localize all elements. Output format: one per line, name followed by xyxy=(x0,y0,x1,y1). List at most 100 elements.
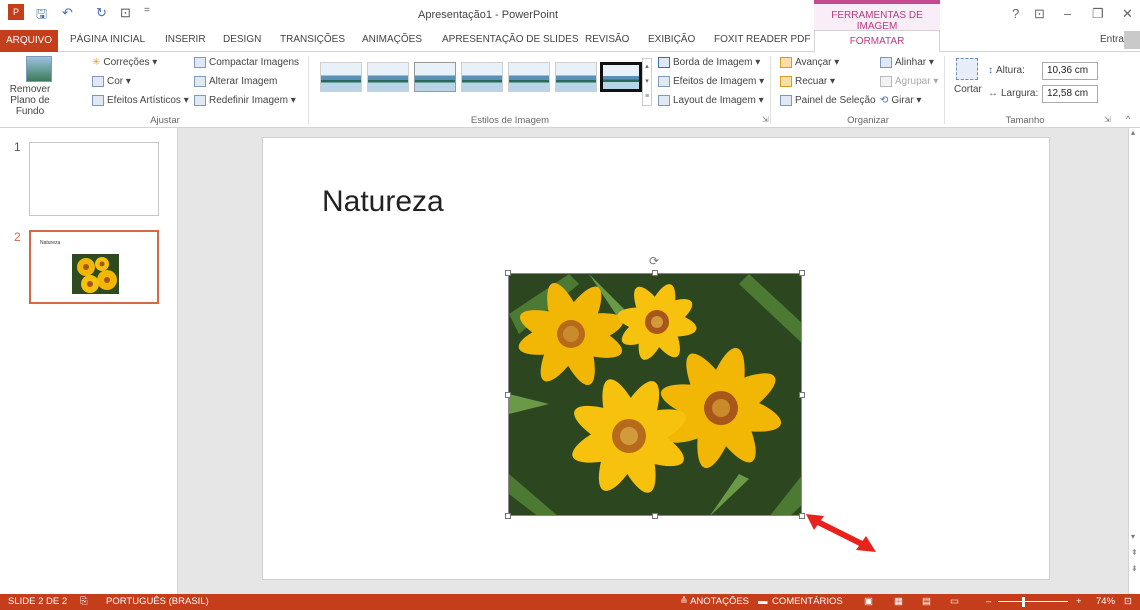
status-bar: SLIDE 2 DE 2 ⎘ PORTUGUÊS (BRASIL) ≙ ANOT… xyxy=(0,594,1140,610)
remove-background-button[interactable]: Remover Plano de Fundo xyxy=(4,84,56,117)
resize-handle-top-right[interactable] xyxy=(799,270,805,276)
scroll-track[interactable] xyxy=(1131,138,1139,538)
height-field[interactable]: 10,36 cm xyxy=(1042,62,1098,80)
slide-title[interactable]: Natureza xyxy=(322,185,444,219)
group-button[interactable]: Agrupar ▾ xyxy=(880,76,938,87)
height-label: ↕ Altura: xyxy=(988,65,1025,76)
selection-pane-button[interactable]: Painel de Seleção xyxy=(780,95,876,106)
tab-file[interactable]: ARQUIVO xyxy=(0,30,58,52)
effects-icon xyxy=(658,76,670,87)
artistic-effects-button[interactable]: Efeitos Artísticos ▾ xyxy=(92,95,189,106)
crop-button[interactable]: Cortar xyxy=(954,84,982,95)
reset-picture-button[interactable]: Redefinir Imagem ▾ xyxy=(194,95,296,106)
slide-thumbnail-1[interactable] xyxy=(29,142,159,216)
resize-handle-top[interactable] xyxy=(652,270,658,276)
styles-scroll-icon[interactable]: ▴ ▾ ≡ xyxy=(642,58,652,106)
height-icon: ↕ xyxy=(988,65,993,76)
resize-handle-top-left[interactable] xyxy=(505,270,511,276)
slide-number-2: 2 xyxy=(14,230,21,244)
resize-handle-right[interactable] xyxy=(799,392,805,398)
language-indicator[interactable]: PORTUGUÊS (BRASIL) xyxy=(106,596,209,607)
picture-layout-button[interactable]: Layout de Imagem ▾ xyxy=(658,95,764,106)
group-icon xyxy=(880,76,892,87)
maximize-button[interactable]: ❐ xyxy=(1092,6,1104,22)
picture-effects-button[interactable]: Efeitos de Imagem ▾ xyxy=(658,76,764,87)
scroll-up-icon[interactable]: ▴ xyxy=(1131,128,1135,137)
collapse-ribbon-icon[interactable]: ^ xyxy=(1126,114,1130,124)
next-slide-icon[interactable]: ⇟ xyxy=(1131,564,1138,573)
normal-view-icon[interactable]: ▣ xyxy=(864,596,873,607)
change-picture-button[interactable]: Alterar Imagem xyxy=(194,76,277,87)
slideshow-icon[interactable]: ▭ xyxy=(950,596,959,607)
slide-sorter-icon[interactable]: ▦ xyxy=(894,596,903,607)
rotate-icon: ⟲ xyxy=(880,95,889,106)
tab-insert[interactable]: INSERIR xyxy=(165,34,206,45)
zoom-slider[interactable] xyxy=(998,601,1068,602)
notes-button[interactable]: ≙ ANOTAÇÕES xyxy=(680,596,749,607)
zoom-in-icon[interactable]: + xyxy=(1076,596,1082,607)
tab-home[interactable]: PÁGINA INICIAL xyxy=(70,34,145,45)
picture-style-6[interactable] xyxy=(555,62,597,92)
scroll-down-icon[interactable]: ▾ xyxy=(1131,532,1135,541)
picture-style-7[interactable] xyxy=(600,62,642,92)
slide-thumbnail-2[interactable]: Natureza xyxy=(29,230,159,304)
compress-pictures-button[interactable]: Compactar Imagens xyxy=(194,57,299,68)
send-backward-button[interactable]: Recuar ▾ xyxy=(780,76,835,87)
vertical-scrollbar[interactable]: ▴ ▾ ⇞ ⇟ xyxy=(1128,128,1140,594)
help-button[interactable]: ? xyxy=(1012,6,1019,21)
crop-icon[interactable] xyxy=(956,58,978,80)
spellcheck-icon[interactable]: ⎘ xyxy=(80,596,88,607)
tab-foxit[interactable]: FOXIT READER PDF xyxy=(714,34,811,45)
tab-animations[interactable]: ANIMAÇÕES xyxy=(362,34,422,45)
selected-picture[interactable] xyxy=(508,273,802,516)
color-button[interactable]: Cor ▾ xyxy=(92,76,131,87)
corrections-button[interactable]: ✳ Correções ▾ xyxy=(92,57,157,68)
fit-slide-icon[interactable]: ⊡ xyxy=(1124,596,1132,607)
comments-button[interactable]: COMENTÁRIOS xyxy=(772,596,843,607)
zoom-level[interactable]: 74% xyxy=(1096,596,1115,607)
zoom-out-icon[interactable]: – xyxy=(986,596,991,607)
tab-review[interactable]: REVISÃO xyxy=(585,34,629,45)
ribbon-display-button[interactable]: ⊡ xyxy=(1034,6,1045,22)
picture-style-1[interactable] xyxy=(320,62,362,92)
customize-toolbar-icon[interactable]: = xyxy=(144,5,150,16)
size-dialog-launcher-icon[interactable]: ⇲ xyxy=(1104,115,1111,124)
thumbnail-title: Natureza xyxy=(40,240,61,246)
rotate-handle-icon[interactable]: ⟳ xyxy=(649,254,659,268)
picture-style-3[interactable] xyxy=(414,62,456,92)
resize-handle-left[interactable] xyxy=(505,392,511,398)
avatar[interactable] xyxy=(1124,31,1140,49)
zoom-slider-thumb[interactable] xyxy=(1022,597,1025,607)
bring-forward-icon xyxy=(780,57,792,68)
close-button[interactable]: ✕ xyxy=(1122,6,1133,22)
width-field[interactable]: 12,58 cm xyxy=(1042,85,1098,103)
remove-background-icon[interactable] xyxy=(26,56,52,82)
dialog-launcher-icon[interactable]: ⇲ xyxy=(762,115,769,124)
rotate-button[interactable]: ⟲ Girar ▾ xyxy=(880,95,921,106)
slide-indicator: SLIDE 2 DE 2 xyxy=(8,596,68,607)
bring-forward-button[interactable]: Avançar ▾ xyxy=(780,57,839,68)
tab-format[interactable]: FORMATAR xyxy=(814,30,940,53)
tab-transitions[interactable]: TRANSIÇÕES xyxy=(280,34,345,45)
selection-pane-icon xyxy=(780,95,792,106)
start-presentation-icon[interactable]: ⊡ xyxy=(120,5,131,21)
previous-slide-icon[interactable]: ⇞ xyxy=(1131,548,1138,557)
align-button[interactable]: Alinhar ▾ xyxy=(880,57,934,68)
tab-view[interactable]: EXIBIÇÃO xyxy=(648,34,695,45)
picture-style-5[interactable] xyxy=(508,62,550,92)
resize-handle-bottom-left[interactable] xyxy=(505,513,511,519)
picture-border-button[interactable]: Borda de Imagem ▾ xyxy=(658,57,760,68)
undo-icon[interactable]: ↶ xyxy=(62,5,73,21)
group-divider xyxy=(770,56,771,124)
tab-design[interactable]: DESIGN xyxy=(223,34,261,45)
redo-icon[interactable]: ↻ xyxy=(96,5,107,21)
change-picture-icon xyxy=(194,76,206,87)
minimize-button[interactable]: – xyxy=(1064,6,1071,21)
picture-style-4[interactable] xyxy=(461,62,503,92)
reading-view-icon[interactable]: ▤ xyxy=(922,596,931,607)
tab-slideshow[interactable]: APRESENTAÇÃO DE SLIDES xyxy=(442,34,579,45)
picture-style-2[interactable] xyxy=(367,62,409,92)
group-divider xyxy=(308,56,309,124)
resize-handle-bottom[interactable] xyxy=(652,513,658,519)
save-icon[interactable]: 🖫 xyxy=(36,5,47,27)
